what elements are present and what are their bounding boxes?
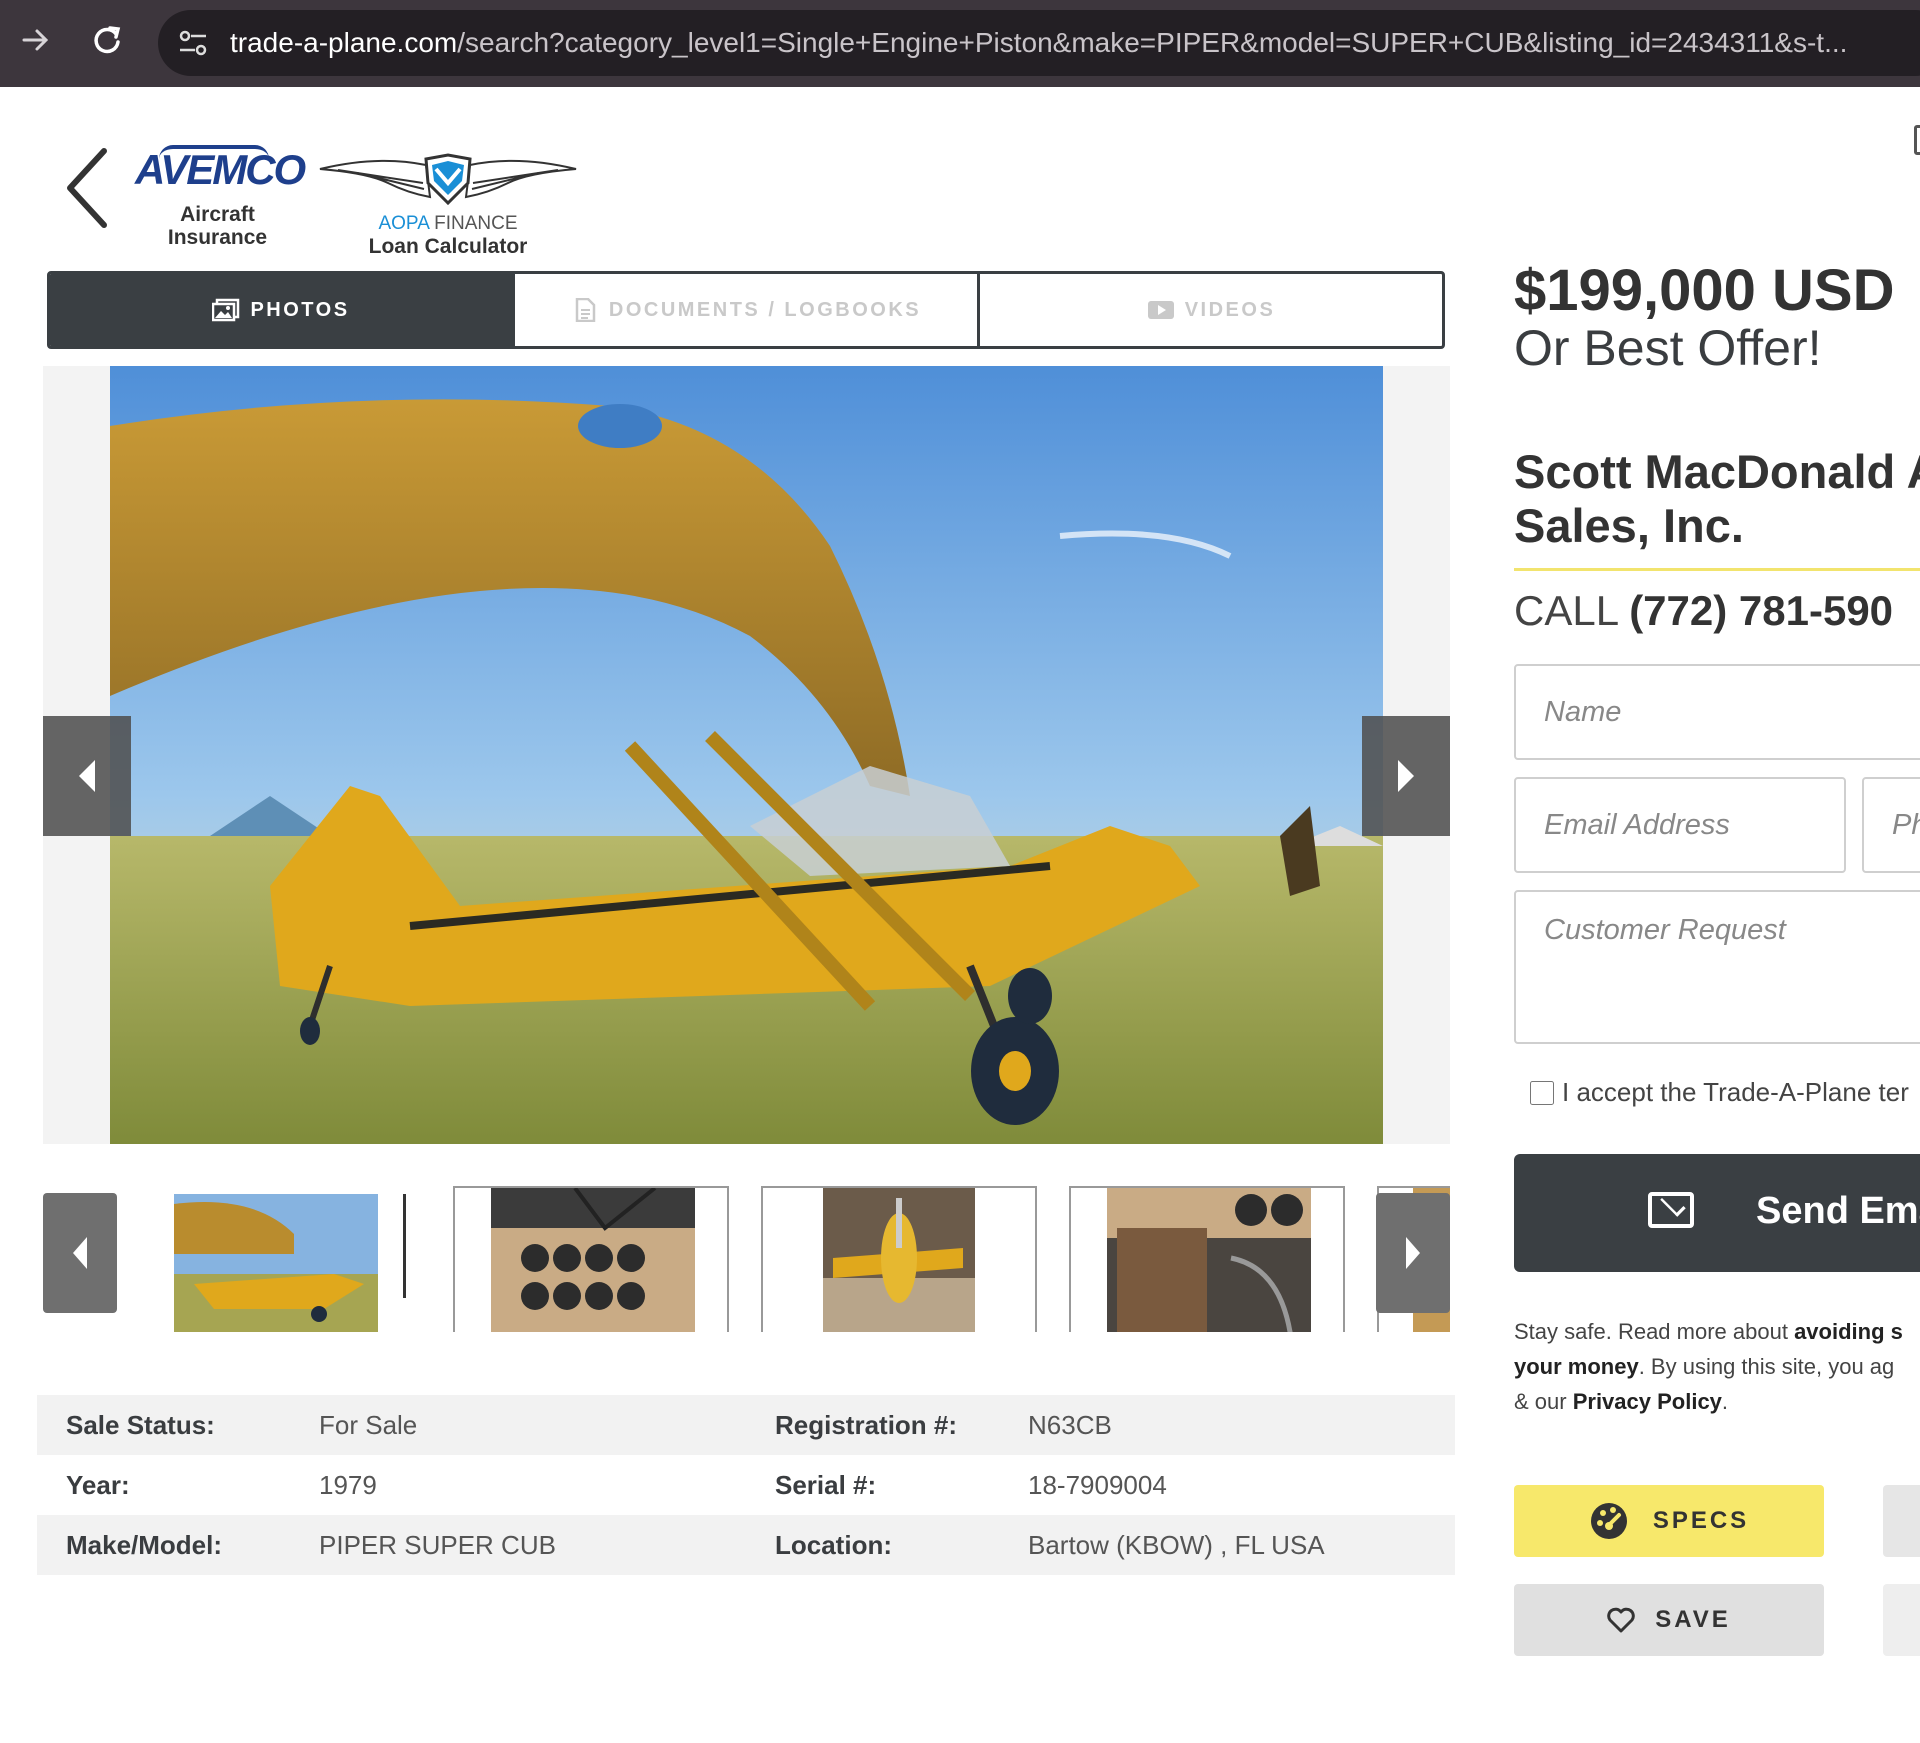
spec-row: Year: 1979 Serial #: 18-7909004 [37,1455,1455,1515]
tab-photos[interactable]: PHOTOS [50,274,512,346]
tab-documents-label: DOCUMENTS / LOGBOOKS [608,298,922,321]
specs-table: Sale Status: For Sale Registration #: N6… [37,1395,1455,1575]
thumbnail-next-button[interactable] [1376,1193,1450,1313]
specs-button[interactable]: SPECS [1514,1485,1824,1557]
next-photo-button[interactable] [1362,716,1450,836]
tertiary-action-button[interactable] [1883,1584,1920,1656]
aopa-wings-logo [319,153,577,205]
price: $199,000 USD [1514,258,1895,323]
thumbnail-3[interactable] [761,1186,1037,1332]
email-field[interactable] [1514,777,1846,873]
year-value: 1979 [319,1469,377,1500]
tab-photos-label: PHOTOS [250,298,350,321]
sale-status-label: Sale Status: [66,1409,215,1440]
envelope-icon [1648,1192,1694,1228]
thumbnail-prev-button[interactable] [43,1193,117,1313]
call-dealer[interactable]: CALL (772) 781-590 [1514,587,1893,635]
specs-label: SPECS [1652,1507,1750,1534]
make-model-value: PIPER SUPER CUB [319,1529,556,1560]
heart-icon [1607,1607,1635,1633]
chevron-right-icon [1398,760,1414,792]
media-tabs: PHOTOS DOCUMENTS / LOGBOOKS VIDEOS [47,271,1445,349]
dealer-name[interactable]: Scott MacDonald A Sales, Inc. [1514,445,1920,553]
name-field[interactable] [1514,664,1920,760]
sale-status-value: For Sale [319,1409,418,1440]
your-money-link[interactable]: your money [1514,1354,1639,1379]
address-bar[interactable]: trade-a-plane.com/search?category_level1… [158,10,1920,76]
save-label: SAVE [1655,1606,1731,1633]
avemco-logo: AVEMCO [135,145,306,193]
tab-videos-label: VIDEOS [1184,298,1276,321]
send-email-button[interactable]: Send Ema [1514,1154,1920,1272]
share-icon[interactable] [1914,125,1920,155]
send-email-label: Send Ema [1756,1190,1920,1232]
contact-panel: $199,000 USD Or Best Offer! Scott MacDon… [1514,87,1920,1743]
email-input[interactable] [1516,779,1844,871]
avemco-insurance-link[interactable]: AVEMCO Aircraft Insurance [135,145,306,249]
dealer-divider [1514,568,1920,571]
photo-viewer [43,366,1450,1144]
location-label: Location: [775,1529,892,1560]
chevron-left-icon [73,1237,87,1269]
chevron-left-icon [79,760,95,792]
price-note: Or Best Offer! [1514,320,1822,376]
thumbnail-strip [43,1172,1450,1332]
make-model-label: Make/Model: [66,1529,223,1560]
serial-label: Serial #: [775,1469,877,1500]
safety-notice: Stay safe. Read more about avoiding s yo… [1514,1319,1903,1414]
image-icon [212,298,240,322]
thumbnail-divider [403,1194,406,1298]
previous-photo-button[interactable] [43,716,131,836]
listing-page: AVEMCO Aircraft Insurance AOPA FINANCE Lo… [0,87,1920,1743]
phone-field[interactable] [1862,777,1920,873]
phone-input[interactable] [1864,779,1920,871]
site-settings-icon[interactable] [176,26,210,60]
video-icon [1147,301,1174,319]
terms-checkbox[interactable] [1530,1080,1554,1105]
arrow-right-icon[interactable] [16,20,56,60]
avemco-caption: Aircraft Insurance [167,203,268,249]
registration-label: Registration #: [775,1409,958,1440]
thumbnail-4[interactable] [1069,1186,1345,1332]
thumbnail-1[interactable] [174,1194,378,1332]
reload-icon[interactable] [87,20,127,60]
location-value: Bartow (KBOW) , FL USA [1028,1529,1325,1560]
url-text: trade-a-plane.com/search?category_level1… [230,27,1848,58]
thumbnail-2[interactable] [453,1186,729,1332]
aopa-loan-calculator-link[interactable]: AOPA FINANCE Loan Calculator [318,153,578,258]
name-input[interactable] [1516,666,1920,758]
dealer-phone: (772) 781-590 [1629,587,1894,634]
aopa-finance-label: AOPA FINANCE [378,213,518,234]
tab-videos[interactable]: VIDEOS [977,274,1442,346]
save-button[interactable]: SAVE [1514,1584,1824,1656]
gauge-icon [1590,1503,1627,1539]
avoiding-scams-link[interactable]: avoiding s [1794,1319,1903,1344]
tab-documents-logbooks[interactable]: DOCUMENTS / LOGBOOKS [512,274,977,346]
main-aircraft-photo[interactable] [110,366,1383,1144]
spec-row: Sale Status: For Sale Registration #: N6… [37,1395,1455,1455]
year-label: Year: [66,1469,130,1500]
document-icon [575,298,596,322]
privacy-policy-link[interactable]: Privacy Policy [1573,1389,1722,1414]
chevron-right-icon [1406,1237,1420,1269]
loan-calculator-label: Loan Calculator [368,235,528,258]
spec-row: Make/Model: PIPER SUPER CUB Location: Ba… [37,1515,1455,1575]
browser-toolbar: trade-a-plane.com/search?category_level1… [0,0,1920,87]
serial-value: 18-7909004 [1028,1469,1167,1500]
terms-label: I accept the Trade-A-Plane ter [1562,1077,1909,1107]
customer-request-input[interactable] [1516,892,1920,1042]
back-chevron-icon[interactable] [62,145,116,231]
secondary-action-button[interactable] [1883,1485,1920,1557]
terms-checkbox-row[interactable]: I accept the Trade-A-Plane ter [1530,1077,1909,1108]
registration-value: N63CB [1028,1409,1112,1440]
customer-request-field[interactable] [1514,890,1920,1044]
